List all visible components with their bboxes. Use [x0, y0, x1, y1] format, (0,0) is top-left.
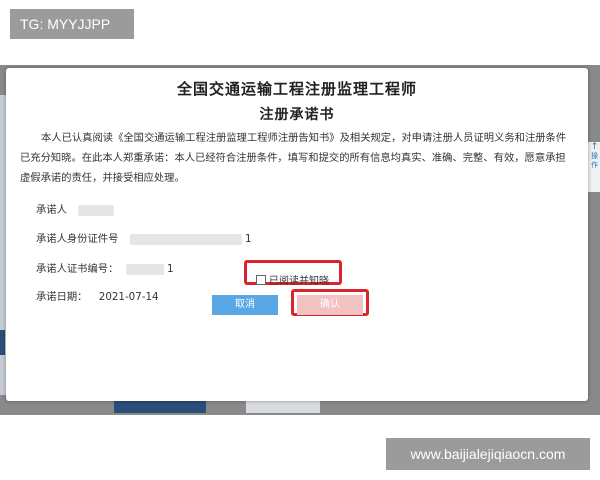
promiser-value-redacted [78, 204, 115, 216]
background-side-tab[interactable]: ↑ 操作 [587, 142, 600, 192]
commitment-dialog: 全国交通运输工程注册监理工程师 注册承诺书 本人已认真阅读《全国交通运输工程注册… [6, 68, 588, 401]
dialog-title: 全国交通运输工程注册监理工程师 [176, 80, 417, 98]
commitment-statement: 本人已认真阅读《全国交通运输工程注册监理工程师注册告知书》及相关规定，对申请注册… [20, 132, 567, 184]
agree-checkbox-label: 已阅读并知晓 [269, 276, 329, 287]
arrow-up-icon: ↑ [590, 142, 599, 152]
promiser-label: 承诺人 [36, 204, 67, 216]
watermark-bottom: www.baijialejiqiaocn.com [386, 438, 590, 470]
agree-checkbox[interactable]: 已阅读并知晓 [256, 272, 329, 287]
cancel-button[interactable]: 取消 [212, 295, 278, 315]
background-left-marker [0, 330, 5, 355]
checkbox-icon[interactable] [256, 274, 266, 285]
id-number-suffix: 1 [244, 233, 252, 245]
watermark-top: TG: MYYJJPP [10, 9, 134, 39]
background-card [246, 401, 320, 413]
dialog-subtitle: 注册承诺书 [259, 107, 335, 123]
id-number-value-redacted [129, 233, 242, 245]
certificate-number-label: 承诺人证书编号： [36, 263, 119, 275]
background-side-tab-label: 操作 [591, 152, 598, 169]
id-number-label: 承诺人身份证件号 [36, 233, 119, 245]
certificate-number-suffix: 1 [166, 263, 174, 275]
certificate-number-value-redacted [125, 263, 164, 275]
commitment-date-label: 承诺日期： [36, 291, 88, 303]
confirm-button[interactable]: 确认 [297, 295, 363, 315]
commitment-date-value: 2021-07-14 [98, 291, 159, 303]
background-image-block [114, 401, 206, 413]
field-commitment-date: 承诺日期： 2021-07-14 [36, 288, 159, 303]
field-promiser: 承诺人 [36, 201, 115, 216]
field-id-number: 承诺人身份证件号 1 [36, 230, 252, 245]
field-certificate-number: 承诺人证书编号： 1 [36, 260, 174, 275]
